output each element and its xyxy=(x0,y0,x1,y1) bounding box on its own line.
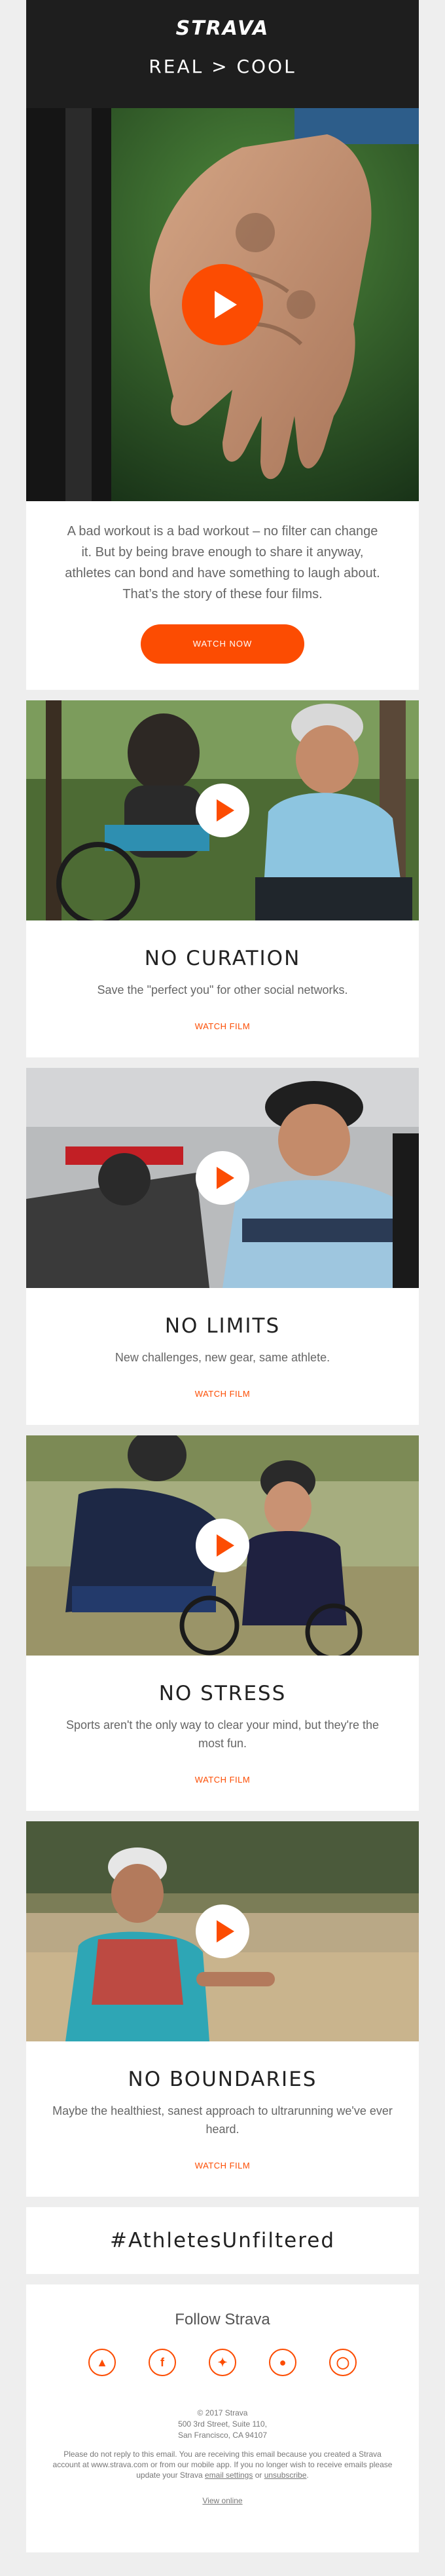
email-header: STRAVA REAL > COOL xyxy=(26,0,419,108)
play-icon xyxy=(216,1920,234,1942)
copyright: © 2017 Strava xyxy=(197,2408,248,2417)
flame-icon[interactable]: ▲ xyxy=(88,2349,116,2376)
bottom-spacer xyxy=(26,2552,419,2576)
hero-video[interactable] xyxy=(26,108,419,501)
watch-film-link[interactable]: WATCH FILM xyxy=(26,2161,419,2197)
address-line-2: San Francisco, CA 94107 xyxy=(177,2431,268,2440)
watch-film-link[interactable]: WATCH FILM xyxy=(26,1389,419,1425)
play-button[interactable] xyxy=(196,1151,249,1205)
facebook-icon[interactable]: f xyxy=(149,2349,176,2376)
social-links: ▲ f ✦ ● ◯ xyxy=(52,2349,393,2376)
play-icon xyxy=(216,799,234,822)
film-thumbnail[interactable] xyxy=(26,1821,419,2041)
footer: Follow Strava ▲ f ✦ ● ◯ © 2017 Strava 50… xyxy=(26,2284,419,2552)
film-card-no-stress: NO STRESS Sports aren't the only way to … xyxy=(26,1435,419,1811)
film-card-no-limits: NO LIMITS New challenges, new gear, same… xyxy=(26,1068,419,1425)
watch-now-button[interactable]: WATCH NOW xyxy=(141,624,304,664)
play-button[interactable] xyxy=(196,784,249,837)
instagram-icon[interactable]: ◯ xyxy=(329,2349,357,2376)
film-title: NO LIMITS xyxy=(164,1314,281,1338)
strava-logo[interactable]: STRAVA xyxy=(26,0,419,40)
disclaimer-or: or xyxy=(255,2471,262,2480)
hashtag: #AthletesUnfiltered xyxy=(26,2207,419,2274)
intro-section: A bad workout is a bad workout – no filt… xyxy=(26,501,419,690)
film-title: NO STRESS xyxy=(158,1682,287,1705)
hero-play-button[interactable] xyxy=(182,264,263,345)
email-container: STRAVA REAL > COOL A bad workout is a ba… xyxy=(26,0,419,2576)
film-description: New challenges, new gear, same athlete. xyxy=(115,1351,330,1364)
film-card-no-boundaries: NO BOUNDARIES Maybe the healthiest, sane… xyxy=(26,1821,419,2197)
watch-film-link[interactable]: WATCH FILM xyxy=(26,1021,419,1057)
film-thumbnail[interactable] xyxy=(26,700,419,920)
play-icon xyxy=(216,1167,234,1189)
play-icon xyxy=(216,1534,234,1557)
snapchat-icon[interactable]: ● xyxy=(269,2349,296,2376)
twitter-icon[interactable]: ✦ xyxy=(209,2349,236,2376)
watch-film-link[interactable]: WATCH FILM xyxy=(26,1775,419,1811)
play-icon xyxy=(215,291,237,318)
email-settings-link[interactable]: email settings xyxy=(205,2471,253,2480)
film-description: Maybe the healthiest, sanest approach to… xyxy=(52,2104,393,2136)
address-line-1: 500 3rd Street, Suite 110, xyxy=(178,2419,267,2429)
film-title: NO BOUNDARIES xyxy=(128,2068,317,2091)
film-description: Sports aren't the only way to clear your… xyxy=(65,1718,380,1750)
follow-heading: Follow Strava xyxy=(175,2311,270,2328)
headline: REAL > COOL xyxy=(149,56,296,77)
film-thumbnail[interactable] xyxy=(26,1068,419,1288)
play-button[interactable] xyxy=(196,1904,249,1958)
unsubscribe-link[interactable]: unsubscribe xyxy=(264,2471,307,2480)
disclaimer: Please do not reply to this email. You a… xyxy=(52,2450,393,2480)
film-description: Save the "perfect you" for other social … xyxy=(97,983,348,996)
view-online-link[interactable]: View online xyxy=(202,2496,242,2505)
intro-text: A bad workout is a bad workout – no filt… xyxy=(65,524,380,601)
film-card-no-curation: NO CURATION Save the "perfect you" for o… xyxy=(26,700,419,1057)
play-button[interactable] xyxy=(196,1519,249,1572)
film-thumbnail[interactable] xyxy=(26,1435,419,1656)
address: © 2017 Strava 500 3rd Street, Suite 110,… xyxy=(52,2408,393,2441)
film-title: NO CURATION xyxy=(144,947,301,970)
